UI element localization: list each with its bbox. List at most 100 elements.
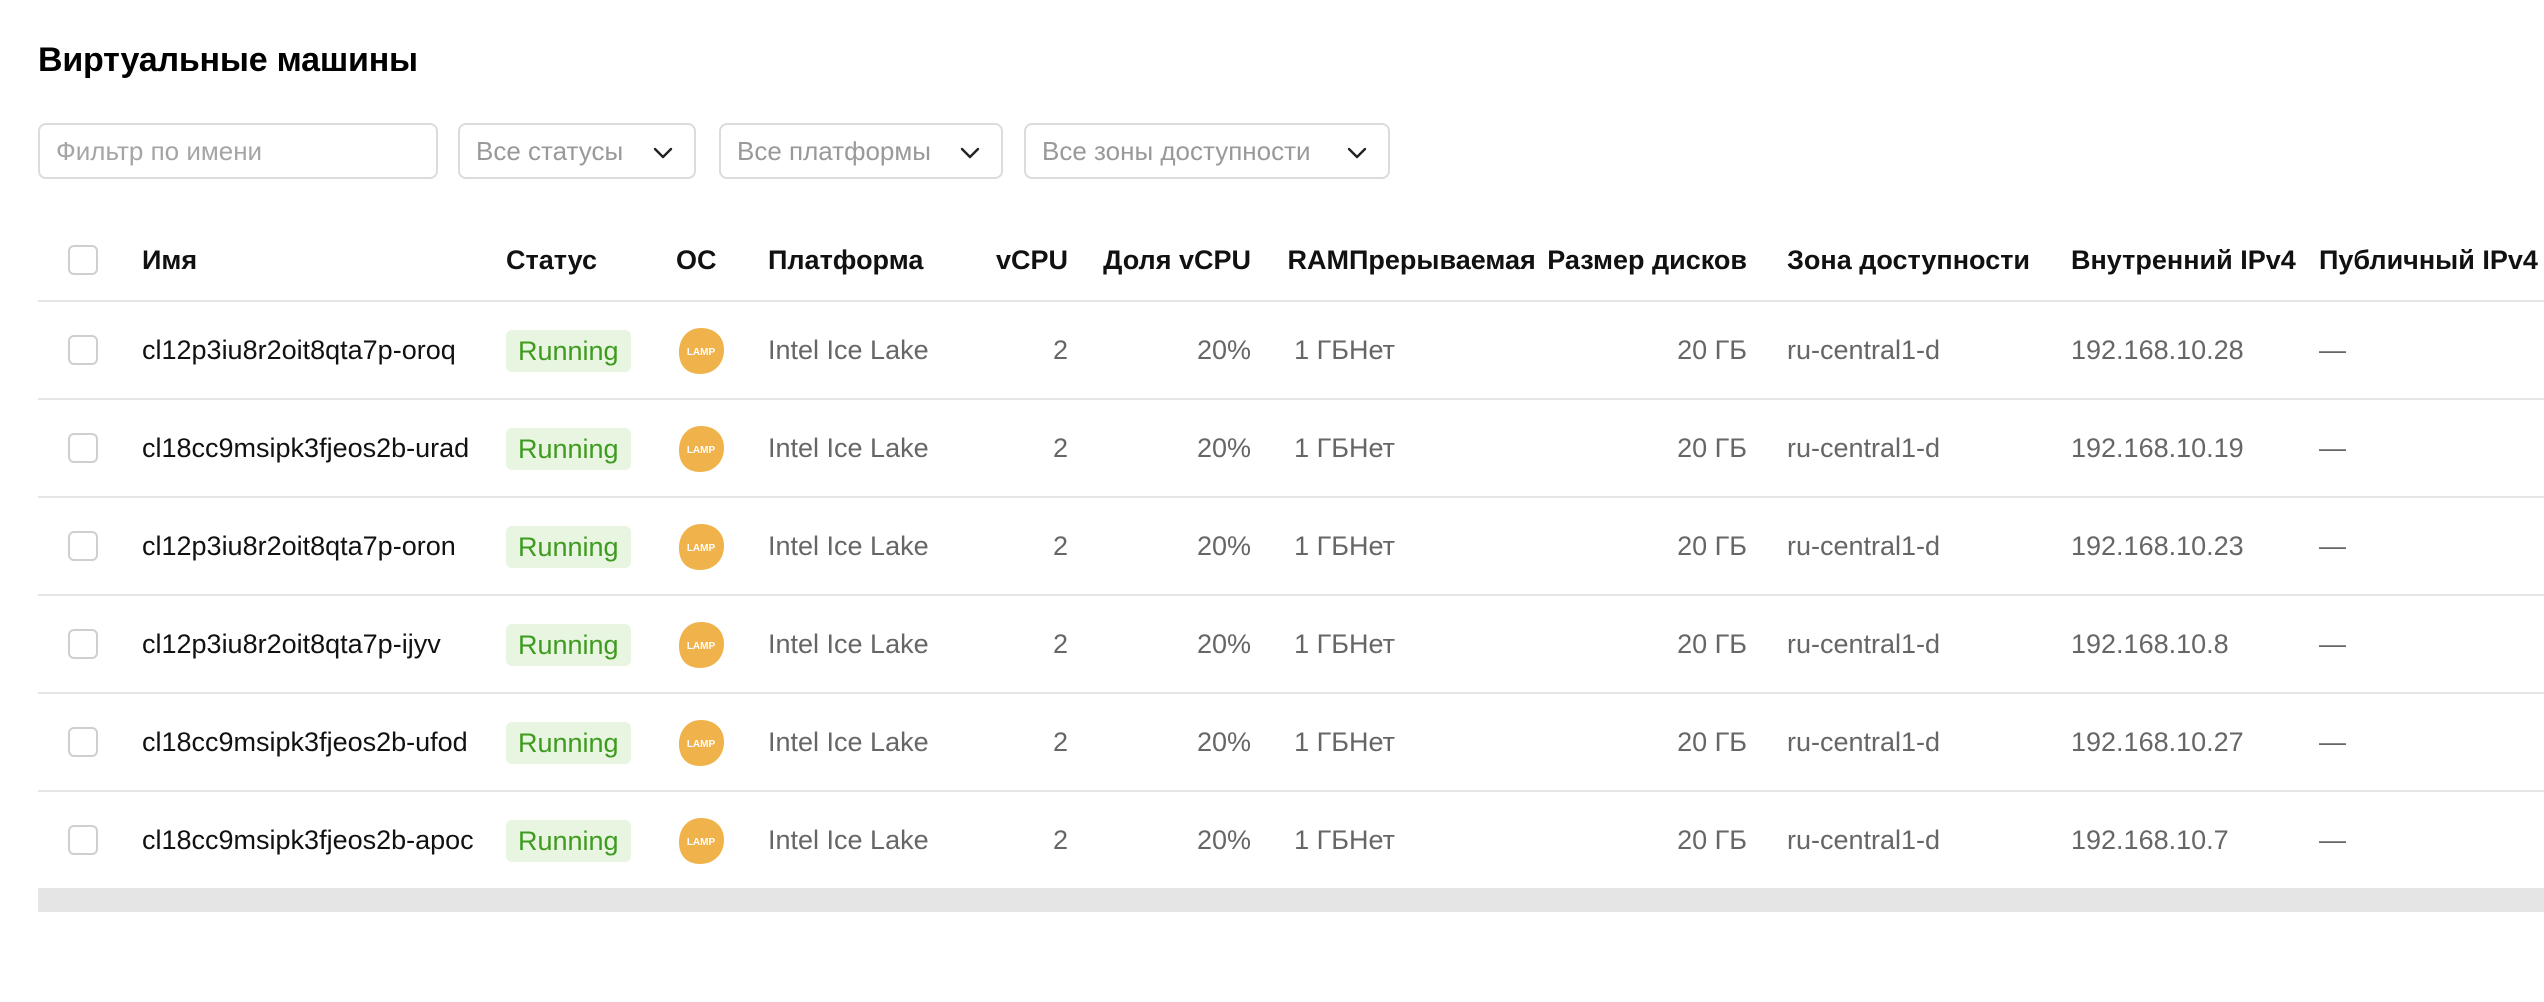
internal-ip-cell: 192.168.10.23 xyxy=(2071,531,2244,561)
status-select-label: Все статусы xyxy=(476,136,624,166)
disk-size-cell: 20 ГБ xyxy=(1677,531,1747,561)
ram-cell: 1 ГБ xyxy=(1294,825,1349,855)
vm-name[interactable]: cl12p3iu8r2oit8qta7p-ijyv xyxy=(142,596,441,692)
table-row[interactable]: cl18cc9msipk3fjeos2b-ufod Running LAMP Inte… xyxy=(38,694,2544,792)
vm-table: Имя Статус ОС Платформа vCPU Доля vCPU R… xyxy=(38,220,2544,915)
platform-cell: Intel Ice Lake xyxy=(768,629,929,659)
row-checkbox[interactable] xyxy=(68,335,98,365)
status-badge: Running xyxy=(506,428,631,470)
internal-ip-cell: 192.168.10.7 xyxy=(2071,825,2229,855)
preemptible-cell: Нет xyxy=(1349,335,1395,365)
platform-cell: Intel Ice Lake xyxy=(768,825,929,855)
os-icon-label: LAMP xyxy=(687,543,716,554)
status-badge: Running xyxy=(506,820,631,862)
zone-select-label: Все зоны доступности xyxy=(1042,136,1311,166)
vm-name[interactable]: cl18cc9msipk3fjeos2b-apoc xyxy=(142,792,474,888)
zone-cell: ru-central1-d xyxy=(1787,531,1941,561)
chevron-down-icon xyxy=(1347,147,1367,159)
column-header-name[interactable]: Имя xyxy=(142,220,197,300)
column-header-ram[interactable]: RAM xyxy=(1251,220,1350,300)
vcpu-cell: 2 xyxy=(1052,825,1068,855)
row-checkbox[interactable] xyxy=(68,727,98,757)
internal-ip-cell: 192.168.10.28 xyxy=(2071,335,2244,365)
ram-cell: 1 ГБ xyxy=(1294,433,1349,463)
os-icon-label: LAMP xyxy=(687,641,716,652)
row-checkbox[interactable] xyxy=(68,433,98,463)
vcpu-share-cell: 20% xyxy=(1196,433,1251,463)
vcpu-share-cell: 20% xyxy=(1196,727,1251,757)
ram-cell: 1 ГБ xyxy=(1294,727,1349,757)
platform-cell: Intel Ice Lake xyxy=(768,335,929,365)
platform-select[interactable]: Все платформы xyxy=(719,123,1003,179)
lamp-icon: LAMP xyxy=(679,622,724,668)
vcpu-share-cell: 20% xyxy=(1196,335,1251,365)
vm-name[interactable]: cl12p3iu8r2oit8qta7p-oroq xyxy=(142,302,456,398)
lamp-icon: LAMP xyxy=(679,818,724,864)
status-badge: Running xyxy=(506,624,631,666)
platform-cell: Intel Ice Lake xyxy=(768,727,929,757)
preemptible-cell: Нет xyxy=(1349,629,1395,659)
os-icon-label: LAMP xyxy=(687,739,716,750)
platform-cell: Intel Ice Lake xyxy=(768,531,929,561)
public-ip-cell: — xyxy=(2319,335,2346,365)
os-icon-label: LAMP xyxy=(687,445,716,456)
vcpu-share-cell: 20% xyxy=(1196,629,1251,659)
select-all-checkbox[interactable] xyxy=(68,245,98,275)
page-title: Виртуальные машины xyxy=(38,41,418,79)
vcpu-share-cell: 20% xyxy=(1196,531,1251,561)
lamp-icon: LAMP xyxy=(679,426,724,472)
public-ip-cell: — xyxy=(2319,825,2346,855)
zone-select[interactable]: Все зоны доступности xyxy=(1024,123,1390,179)
preemptible-cell: Нет xyxy=(1349,531,1395,561)
column-header-vcpu[interactable]: vCPU xyxy=(968,220,1068,300)
table-row[interactable]: cl18cc9msipk3fjeos2b-apoc Running LAMP Inte… xyxy=(38,792,2544,890)
vcpu-cell: 2 xyxy=(1052,727,1068,757)
vcpu-share-cell: 20% xyxy=(1196,825,1251,855)
vcpu-cell: 2 xyxy=(1052,433,1068,463)
preemptible-cell: Нет xyxy=(1349,727,1395,757)
vm-name[interactable]: cl12p3iu8r2oit8qta7p-oron xyxy=(142,498,456,594)
zone-cell: ru-central1-d xyxy=(1787,433,1941,463)
column-header-vcpu-share[interactable]: Доля vCPU xyxy=(1078,220,1251,300)
disk-size-cell: 20 ГБ xyxy=(1677,825,1747,855)
name-filter-input[interactable] xyxy=(38,123,438,179)
table-row[interactable]: cl18cc9msipk3fjeos2b-urad Running LAMP Inte… xyxy=(38,400,2544,498)
column-header-os[interactable]: ОС xyxy=(676,220,717,300)
os-icon-label: LAMP xyxy=(687,837,716,848)
table-row[interactable]: cl12p3iu8r2oit8qta7p-oroq Running LAMP Inte… xyxy=(38,302,2544,400)
preemptible-cell: Нет xyxy=(1349,825,1395,855)
vcpu-cell: 2 xyxy=(1052,531,1068,561)
status-select[interactable]: Все статусы xyxy=(458,123,696,179)
table-header: Имя Статус ОС Платформа vCPU Доля vCPU R… xyxy=(38,220,2544,302)
table-row[interactable]: cl12p3iu8r2oit8qta7p-ijyv Running LAMP Inte… xyxy=(38,596,2544,694)
column-header-platform[interactable]: Платформа xyxy=(768,220,923,300)
public-ip-cell: — xyxy=(2319,433,2346,463)
public-ip-cell: — xyxy=(2319,727,2346,757)
row-checkbox[interactable] xyxy=(68,531,98,561)
row-checkbox[interactable] xyxy=(68,629,98,659)
vm-name[interactable]: cl18cc9msipk3fjeos2b-urad xyxy=(142,400,469,496)
column-header-preemptible[interactable]: Прерываемая xyxy=(1349,220,1536,300)
chevron-down-icon xyxy=(960,147,980,159)
os-icon-label: LAMP xyxy=(687,347,716,358)
vcpu-cell: 2 xyxy=(1052,629,1068,659)
ram-cell: 1 ГБ xyxy=(1294,629,1349,659)
disk-size-cell: 20 ГБ xyxy=(1677,433,1747,463)
lamp-icon: LAMP xyxy=(679,524,724,570)
zone-cell: ru-central1-d xyxy=(1787,727,1941,757)
horizontal-scrollbar[interactable] xyxy=(38,890,2544,912)
vm-name[interactable]: cl18cc9msipk3fjeos2b-ufod xyxy=(142,694,468,790)
row-checkbox[interactable] xyxy=(68,825,98,855)
disk-size-cell: 20 ГБ xyxy=(1677,727,1747,757)
internal-ip-cell: 192.168.10.8 xyxy=(2071,629,2229,659)
column-header-zone[interactable]: Зона доступности xyxy=(1787,220,2030,300)
column-header-internal-ip[interactable]: Внутренний IPv4 xyxy=(2071,220,2296,300)
column-header-public-ip[interactable]: Публичный IPv4 xyxy=(2319,220,2538,300)
public-ip-cell: — xyxy=(2319,629,2346,659)
table-row[interactable]: cl12p3iu8r2oit8qta7p-oron Running LAMP Inte… xyxy=(38,498,2544,596)
ram-cell: 1 ГБ xyxy=(1294,531,1349,561)
column-header-status[interactable]: Статус xyxy=(506,220,597,300)
zone-cell: ru-central1-d xyxy=(1787,825,1941,855)
chevron-down-icon xyxy=(653,147,673,159)
column-header-disk-size[interactable]: Размер дисков xyxy=(1538,220,1747,300)
